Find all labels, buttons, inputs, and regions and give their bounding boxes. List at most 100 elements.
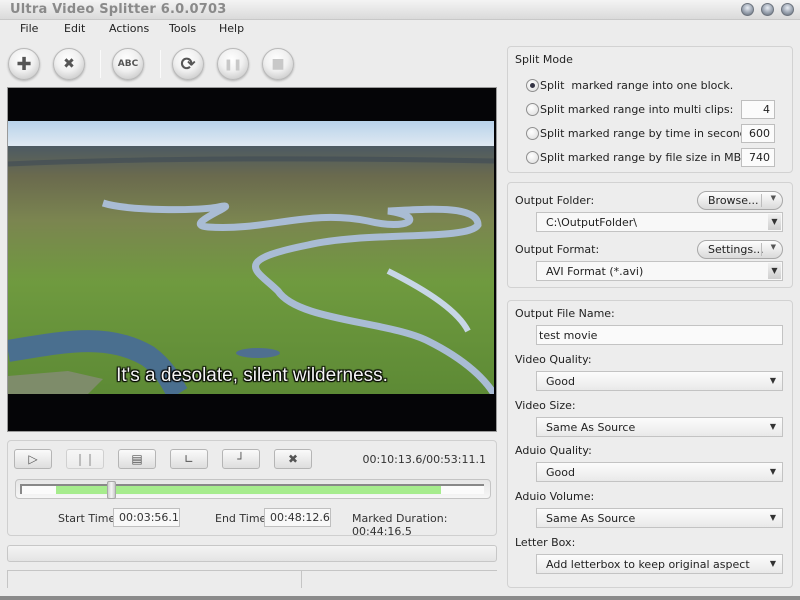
video-quality-value: Good (546, 375, 575, 388)
start-time-field[interactable]: 00:03:56.1 (113, 508, 180, 527)
output-folder-combo[interactable]: C:\OutputFolder\ ▼ (536, 212, 783, 232)
radio-button[interactable] (526, 126, 539, 140)
output-format-value: AVI Format (*.avi) (546, 265, 644, 278)
split-divider (761, 243, 762, 256)
toolbar-separator (160, 50, 161, 78)
mark-start-icon: ∟ (183, 452, 195, 466)
output-folder-label: Output Folder: (515, 194, 595, 207)
menu-actions[interactable]: Actions (109, 22, 149, 35)
chevron-down-icon[interactable]: ▼ (768, 263, 781, 279)
player-controls: ▷ ❙❙ ▤ ∟ ┘ ✖ 00:10:13.6/00:53:11.1 Start… (7, 440, 497, 538)
output-folder-value: C:\OutputFolder\ (546, 216, 638, 229)
video-quality-label: Video Quality: (515, 353, 592, 366)
window-bottom-border (0, 596, 800, 600)
mark-end-button[interactable]: ┘ (222, 449, 260, 469)
split-option-by-size[interactable]: Split marked range by file size in MB: (526, 148, 745, 166)
split-option-label: Split marked range by file size in MB: (540, 150, 745, 164)
rename-button[interactable]: ABC (112, 48, 144, 80)
letterbox-value: Add letterbox to keep original aspect (546, 558, 750, 571)
pause-icon: ❙❙ (74, 452, 96, 466)
close-button[interactable] (781, 3, 794, 16)
chevron-down-icon: ▼ (769, 467, 777, 476)
plus-icon: ✚ (16, 53, 32, 75)
slider-thumb[interactable] (106, 481, 116, 499)
split-divider (761, 194, 762, 207)
encoding-options-group: Output File Name: test movie Video Quali… (507, 300, 793, 588)
window-title: Ultra Video Splitter 6.0.0703 (10, 2, 227, 17)
split-mode-title: Split Mode (515, 53, 573, 66)
marked-duration-value: 00:44:16.5 (352, 525, 412, 538)
add-button[interactable]: ✚ (8, 48, 40, 80)
mark-end-icon: ┘ (237, 452, 245, 466)
seconds-field[interactable]: 600 (741, 124, 775, 143)
letterbox-select[interactable]: Add letterbox to keep original aspect ▼ (536, 554, 783, 574)
status-separator (301, 571, 302, 588)
menu-help[interactable]: Help (219, 22, 244, 35)
chevron-down-icon: ▼ (769, 559, 777, 568)
split-option-label: Split marked range by time in seconds: (540, 126, 757, 140)
browse-label: Browse... (708, 194, 759, 207)
menu-tools[interactable]: Tools (169, 22, 196, 35)
output-file-name-label: Output File Name: (515, 307, 615, 320)
output-file-name-input[interactable]: test movie (536, 325, 783, 345)
output-format-label: Output Format: (515, 243, 600, 256)
settings-label: Settings... (708, 243, 764, 256)
split-mode-group: Split Mode Split marked range into one b… (507, 46, 793, 173)
x-icon: ✖ (63, 56, 75, 72)
clear-marks-button[interactable]: ✖ (274, 449, 312, 469)
snapshot-button[interactable]: ▤ (118, 449, 156, 469)
marked-duration-label: Marked Duration: 00:44:16.5 (352, 512, 496, 538)
mark-start-button[interactable]: ∟ (170, 449, 208, 469)
chevron-down-icon: ▼ (770, 243, 776, 251)
radio-button-checked[interactable] (526, 78, 539, 92)
menu-bar: File Edit Actions Tools Help (0, 20, 800, 39)
audio-quality-label: Aduio Quality: (515, 444, 592, 457)
remove-button[interactable]: ✖ (53, 48, 85, 80)
time-readout: 00:10:13.6/00:53:11.1 (362, 453, 486, 466)
split-option-by-time[interactable]: Split marked range by time in seconds: (526, 124, 756, 142)
audio-quality-value: Good (546, 466, 575, 479)
split-option-multi-clips[interactable]: Split marked range into multi clips: (526, 100, 733, 118)
player-pause-button[interactable]: ❙❙ (66, 449, 104, 469)
clip-count-field[interactable]: 4 (741, 100, 775, 119)
browse-button[interactable]: Browse... ▼ (697, 191, 783, 210)
video-quality-select[interactable]: Good ▼ (536, 371, 783, 391)
play-button[interactable]: ▷ (14, 449, 52, 469)
pause-button[interactable]: ❚❚ (217, 48, 249, 80)
output-group: Output Folder: Browse... ▼ C:\OutputFold… (507, 182, 793, 288)
start-time-label: Start Time: (58, 512, 119, 525)
maximize-button[interactable] (761, 3, 774, 16)
video-size-select[interactable]: Same As Source ▼ (536, 417, 783, 437)
end-time-field[interactable]: 00:48:12.6 (264, 508, 331, 527)
convert-button[interactable]: ⟳ (172, 48, 204, 80)
chevron-down-icon: ▼ (769, 422, 777, 431)
subtitle-text: It's a desolate, silent wilderness. (116, 365, 388, 386)
video-frame-image (8, 121, 494, 394)
radio-button[interactable] (526, 102, 539, 116)
end-time-label: End Time: (215, 512, 271, 525)
menu-edit[interactable]: Edit (64, 22, 85, 35)
toolbar: ✚ ✖ ABC ⟳ ❚❚ ■ (0, 40, 500, 86)
stop-button[interactable]: ■ (262, 48, 294, 80)
refresh-icon: ⟳ (180, 53, 196, 75)
settings-button[interactable]: Settings... ▼ (697, 240, 783, 259)
file-size-field[interactable]: 740 (741, 148, 775, 167)
title-bar: Ultra Video Splitter 6.0.0703 (0, 0, 800, 20)
letterbox-label: Letter Box: (515, 536, 576, 549)
frame-icon: ▤ (131, 452, 143, 466)
video-preview: It's a desolate, silent wilderness. (7, 87, 497, 432)
position-slider[interactable] (15, 479, 491, 499)
radio-button[interactable] (526, 150, 539, 164)
stop-icon: ■ (271, 56, 285, 72)
marked-duration-caption: Marked Duration: (352, 512, 448, 525)
audio-quality-select[interactable]: Good ▼ (536, 462, 783, 482)
minimize-button[interactable] (741, 3, 754, 16)
output-format-combo[interactable]: AVI Format (*.avi) ▼ (536, 261, 783, 281)
chevron-down-icon[interactable]: ▼ (768, 214, 781, 230)
menu-file[interactable]: File (20, 22, 38, 35)
audio-volume-select[interactable]: Same As Source ▼ (536, 508, 783, 528)
split-option-one-block[interactable]: Split marked range into one block. (526, 76, 733, 94)
video-size-label: Video Size: (515, 399, 576, 412)
play-icon: ▷ (28, 452, 38, 466)
split-option-label: Split marked range into one block. (540, 78, 734, 92)
